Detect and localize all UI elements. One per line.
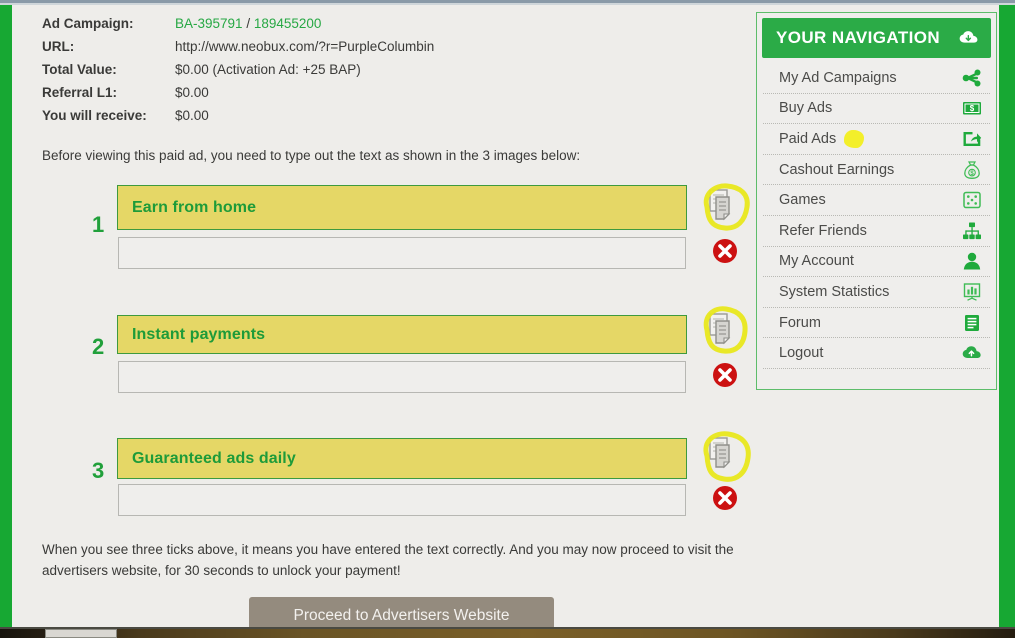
highlighter-ring-3 [694, 424, 756, 493]
highlighter-ring-1 [695, 177, 755, 242]
captcha-instruction: Before viewing this paid ad, you need to… [42, 148, 581, 163]
sidebar-item-label: Paid Ads [779, 129, 865, 148]
sidebar-item-forum[interactable]: Forum [763, 308, 990, 339]
captcha-phrase-1: Earn from home [132, 198, 257, 216]
captcha-status-icon-1 [712, 238, 738, 264]
page-root: Ad Campaign: BA-395791 / 189455200 URL: … [0, 0, 1015, 638]
org-chart-icon [962, 221, 982, 241]
navigation-title: YOUR NAVIGATION [776, 28, 941, 47]
money-bill-icon: $ [962, 98, 982, 118]
sidebar-item-refer-friends[interactable]: Refer Friends [763, 216, 990, 247]
detail-value: http://www.neobux.com/?r=PurpleColumbin [175, 39, 435, 54]
sidebar-item-label: My Account [779, 253, 854, 270]
taskbar-window-button[interactable] [45, 629, 117, 638]
share-box-icon [962, 129, 982, 149]
captcha-number-3: 3 [92, 458, 105, 483]
navigation-list: My Ad Campaigns Buy Ads $ Paid Ads Casho… [763, 63, 990, 369]
detail-label: Total Value: [42, 62, 117, 77]
window-top-border-inner [0, 3, 1015, 5]
sidebar-item-logout[interactable]: Logout [763, 338, 990, 369]
user-icon [962, 251, 982, 271]
detail-label: Referral L1: [42, 85, 118, 100]
sidebar-item-label: Refer Friends [779, 222, 867, 239]
detail-value: $0.00 (Activation Ad: +25 BAP) [175, 62, 361, 77]
sidebar-item-label: Games [779, 192, 826, 209]
detail-value: BA-395791 / 189455200 [175, 16, 321, 31]
captcha-number-1: 1 [92, 212, 105, 237]
navigation-header: YOUR NAVIGATION [762, 18, 991, 58]
sidebar-item-games[interactable]: Games [763, 185, 990, 216]
main-content: Ad Campaign: BA-395791 / 189455200 URL: … [14, 6, 751, 634]
detail-label: You will receive: [42, 108, 147, 123]
sidebar-item-paid-ads[interactable]: Paid Ads [763, 124, 990, 155]
sidebar-item-buy-ads[interactable]: Buy Ads $ [763, 94, 990, 125]
svg-text:$: $ [970, 104, 975, 113]
sidebar-item-label: Cashout Earnings [779, 161, 895, 178]
forum-list-icon [962, 313, 982, 333]
detail-label: Ad Campaign: [42, 16, 134, 31]
svg-text:$: $ [970, 171, 974, 177]
chart-board-icon [962, 282, 982, 302]
campaign-link-2[interactable]: 189455200 [254, 16, 322, 31]
captcha-input-2[interactable] [118, 361, 686, 393]
detail-row-referral-l1: Referral L1: $0.00 [42, 81, 434, 104]
captcha-image-1: Earn from home [117, 185, 687, 230]
detail-value: $0.00 [175, 85, 209, 100]
ad-details-table: Ad Campaign: BA-395791 / 189455200 URL: … [42, 12, 434, 127]
detail-row-campaign: Ad Campaign: BA-395791 / 189455200 [42, 12, 434, 35]
highlighter-blob-paid-ads [844, 129, 865, 148]
money-bag-icon: $ [962, 160, 982, 180]
captcha-phrase-2: Instant payments [132, 325, 266, 343]
dice-icon [962, 190, 982, 210]
sidebar-item-cashout-earnings[interactable]: Cashout Earnings $ [763, 155, 990, 186]
sidebar-item-label: System Statistics [779, 283, 890, 300]
detail-value: $0.00 [175, 108, 209, 123]
detail-label: URL: [42, 39, 75, 54]
sidebar-item-label: Buy Ads [779, 100, 833, 117]
sidebar-item-system-statistics[interactable]: System Statistics [763, 277, 990, 308]
taskbar [0, 629, 1015, 638]
detail-row-total-value: Total Value: $0.00 (Activation Ad: +25 B… [42, 58, 434, 81]
navigation-panel: YOUR NAVIGATION My Ad Campaigns Buy Ads [756, 12, 997, 390]
sidebar-item-my-ad-campaigns[interactable]: My Ad Campaigns [763, 63, 990, 94]
footer-note: When you see three ticks above, it means… [42, 542, 734, 578]
captcha-status-icon-2 [712, 362, 738, 388]
highlighter-ring-2 [696, 300, 752, 363]
left-green-edge [0, 5, 12, 631]
detail-row-you-will-receive: You will receive: $0.00 [42, 104, 434, 127]
captcha-status-icon-3 [712, 485, 738, 511]
captcha-image-3: Guaranteed ads daily [117, 438, 687, 479]
campaign-link-1[interactable]: BA-395791 [175, 16, 243, 31]
cloud-upload-icon [962, 343, 982, 363]
sidebar-item-label: Forum [779, 314, 821, 331]
captcha-number-2: 2 [92, 334, 105, 359]
captcha-input-3[interactable] [118, 484, 686, 516]
captcha-phrase-3: Guaranteed ads daily [132, 449, 296, 467]
campaign-link-separator: / [242, 16, 254, 31]
captcha-image-2: Instant payments [117, 315, 687, 354]
cloud-download-icon [959, 28, 979, 48]
sidebar-item-label: Logout [779, 345, 824, 362]
right-green-edge [999, 5, 1015, 631]
detail-row-url: URL: http://www.neobux.com/?r=PurpleColu… [42, 35, 434, 58]
sidebar-item-label: My Ad Campaigns [779, 69, 897, 86]
sidebar-item-my-account[interactable]: My Account [763, 247, 990, 278]
captcha-input-1[interactable] [118, 237, 686, 269]
share-network-icon [962, 68, 982, 88]
